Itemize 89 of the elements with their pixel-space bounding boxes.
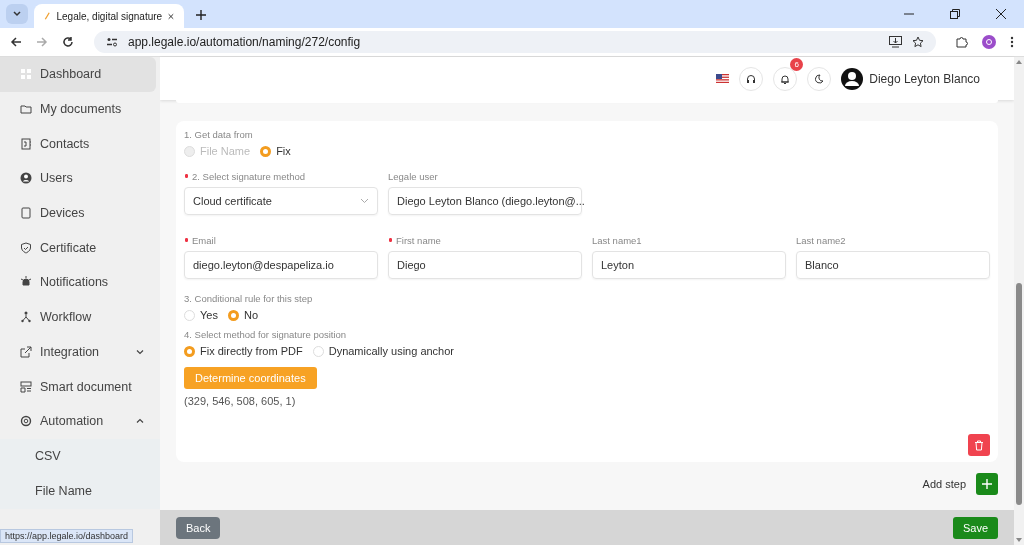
radio-option[interactable]: Fix — [260, 145, 291, 157]
address-bar[interactable]: app.legale.io/automation/naming/272/config — [94, 31, 936, 53]
tab-list-button[interactable] — [6, 4, 28, 24]
close-icon[interactable] — [996, 9, 1006, 19]
sidebar-item[interactable]: My documents — [0, 91, 160, 127]
install-icon[interactable] — [889, 36, 902, 48]
select-field[interactable]: Diego Leyton Blanco (diego.leyton@... — [388, 187, 582, 215]
radio-option[interactable]: Yes — [184, 309, 218, 321]
new-tab-icon[interactable] — [196, 10, 206, 20]
sidebar-item[interactable]: Integration — [0, 334, 160, 370]
plus-icon — [982, 479, 992, 489]
url-text: app.legale.io/automation/naming/272/config — [128, 35, 361, 49]
field-label: 3. Conditional rule for this step — [184, 293, 314, 304]
save-button[interactable]: Save — [952, 516, 998, 539]
theme-button[interactable] — [807, 66, 832, 91]
notifications-button[interactable] — [773, 66, 798, 91]
sidebar-label: Devices — [40, 206, 86, 221]
support-button[interactable] — [739, 66, 764, 91]
site-settings-icon[interactable] — [106, 37, 118, 47]
radio-option[interactable]: No — [227, 309, 258, 321]
sidebar-label: Contacts — [40, 136, 91, 151]
back-button[interactable]: Back — [176, 516, 221, 539]
input-field[interactable]: Diego — [388, 251, 582, 279]
sidebar-label: Dashboard — [40, 67, 103, 82]
sidebar-label: My documents — [40, 102, 123, 117]
sidebar-label: Users — [40, 171, 74, 186]
more-icon[interactable] — [1010, 36, 1014, 48]
sidebar-subitem[interactable]: CSV — [0, 438, 160, 474]
bell-icon — [20, 276, 32, 289]
profile-avatar-icon[interactable] — [982, 35, 996, 49]
headset-icon — [746, 73, 757, 84]
tablet-icon — [20, 207, 32, 220]
select-field[interactable]: Cloud certificate — [184, 187, 378, 215]
input-field[interactable]: diego.leyton@despapeliza.io — [184, 251, 378, 279]
notification-badge: 6 — [790, 57, 804, 71]
reload-icon[interactable] — [62, 36, 74, 48]
bell-icon — [780, 73, 791, 84]
field-label: Last name2 — [796, 235, 847, 246]
add-step-label: Add step — [922, 478, 966, 490]
field-label: 4. Select method for signature position — [184, 329, 348, 340]
sidebar-item[interactable]: Certificate — [0, 230, 160, 266]
field-label: 1. Get data from — [184, 129, 254, 140]
pen-icon — [44, 10, 51, 22]
sidebar-item[interactable]: Users — [0, 161, 160, 196]
sidebar-item[interactable]: Devices — [0, 195, 160, 231]
shield-icon — [20, 241, 32, 254]
contacts-icon — [20, 137, 32, 150]
user-icon — [20, 172, 32, 185]
add-step-button[interactable] — [976, 473, 998, 495]
workflow-icon — [20, 311, 32, 324]
us-flag-icon[interactable] — [716, 74, 730, 83]
sidebar-label: Notifications — [40, 275, 110, 290]
sidebar-item[interactable]: Workflow — [0, 299, 160, 335]
radio-option[interactable]: Dynamically using anchor — [312, 345, 455, 357]
radio-option[interactable]: Fix directly from PDF — [184, 345, 303, 357]
sidebar-item[interactable]: Notifications — [0, 265, 160, 300]
field-label: Legale user — [388, 171, 439, 182]
sidebar-item[interactable]: Automation — [0, 403, 160, 439]
external-link-icon — [20, 345, 32, 358]
sidebar-label: Certificate — [40, 240, 98, 255]
field-label: Last name1 — [592, 235, 643, 246]
star-icon[interactable] — [912, 36, 924, 48]
user-name[interactable]: Diego Leyton Blanco — [869, 71, 980, 86]
sidebar-label: Integration — [40, 344, 101, 359]
sidebar-label: Automation — [40, 414, 105, 429]
tab-title: Legale, digital signature — [56, 10, 163, 22]
chevron-icon — [12, 9, 22, 19]
sidebar-item[interactable]: Contacts — [0, 126, 160, 162]
sidebar-item[interactable]: Dashboard — [0, 57, 156, 92]
status-url: https://app.legale.io/dashboard — [0, 529, 134, 543]
browser-tab[interactable]: Legale, digital signature — [34, 4, 184, 28]
dashboard-icon — [20, 68, 32, 81]
sidebar-label: Smart document — [40, 379, 133, 394]
document-icon — [20, 380, 32, 393]
restore-icon[interactable] — [950, 9, 960, 19]
sidebar-item[interactable]: Smart document — [0, 369, 160, 404]
folder-icon — [20, 103, 32, 116]
chevron-icon — [360, 198, 369, 204]
delete-button[interactable] — [968, 434, 990, 456]
trash-icon — [974, 439, 984, 451]
user-avatar-icon[interactable] — [841, 67, 864, 90]
sidebar-label: Workflow — [40, 310, 93, 325]
input-field[interactable]: Blanco — [796, 251, 990, 279]
input-field[interactable]: Leyton — [592, 251, 786, 279]
sidebar-subitem[interactable]: File Name — [0, 473, 160, 509]
back-arrow-icon[interactable] — [10, 36, 22, 48]
moon-icon — [814, 73, 825, 84]
coordinates-text: (329, 546, 508, 605, 1) — [184, 395, 297, 407]
scrollbar[interactable] — [1014, 57, 1024, 545]
